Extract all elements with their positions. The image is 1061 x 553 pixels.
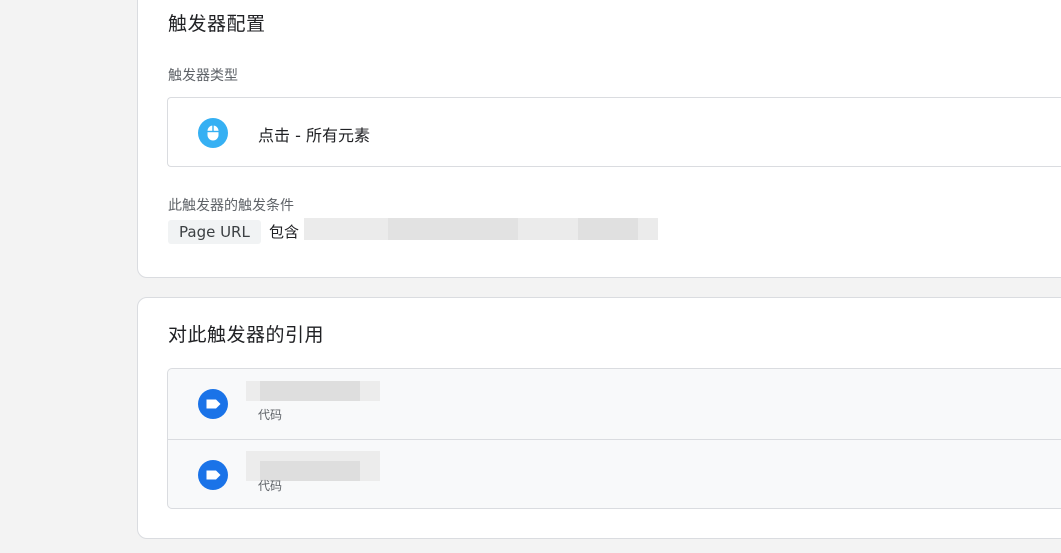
trigger-conditions-label: 此触发器的触发条件	[168, 198, 294, 214]
tag-icon	[198, 389, 228, 419]
redacted-condition-value-part	[388, 218, 518, 240]
mouse-icon	[198, 118, 228, 148]
trigger-type-label: 触发器类型	[168, 68, 238, 84]
trigger-references-card: 对此触发器的引用 代码 代码	[137, 297, 1061, 539]
condition-variable-chip: Page URL	[168, 220, 261, 244]
reference-item[interactable]: 代码	[168, 439, 1061, 508]
reference-subtitle: 代码	[258, 408, 283, 422]
reference-item[interactable]: 代码	[168, 369, 1061, 439]
trigger-type-box[interactable]: 点击 - 所有元素	[167, 97, 1061, 167]
tag-icon	[198, 460, 228, 490]
trigger-config-card: 触发器配置 触发器类型 点击 - 所有元素 此触发器的触发条件 Page URL…	[137, 0, 1061, 278]
references-title: 对此触发器的引用	[168, 324, 325, 346]
trigger-type-value: 点击 - 所有元素	[258, 126, 370, 145]
redacted-tag-name-part	[260, 381, 360, 401]
trigger-config-title: 触发器配置	[168, 13, 266, 35]
reference-subtitle: 代码	[258, 479, 283, 493]
condition-operator: 包含	[269, 223, 300, 241]
references-list: 代码 代码	[167, 368, 1061, 509]
redacted-condition-value-part	[578, 218, 638, 240]
